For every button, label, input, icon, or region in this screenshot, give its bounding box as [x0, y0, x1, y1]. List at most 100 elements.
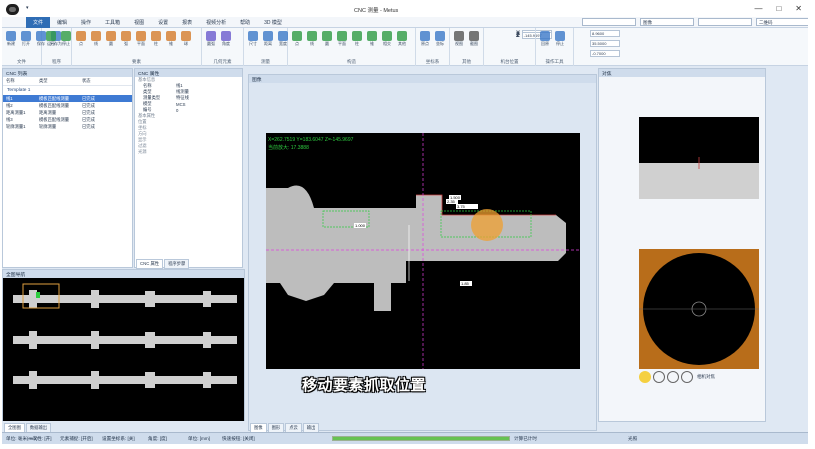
menu-item-6[interactable]: 报表	[175, 17, 199, 28]
ribbon-button-0-1[interactable]: 打开	[19, 31, 33, 47]
ribbon-button-icon	[367, 31, 377, 41]
menu-item-5[interactable]: 设置	[151, 17, 175, 28]
ribbon-group-label: 构造	[347, 59, 356, 64]
aperture-icon[interactable]	[653, 371, 665, 383]
ribbon-button-0-0[interactable]: 新建	[4, 31, 18, 47]
ribbon-button-2-6[interactable]: 锥	[164, 31, 178, 47]
ribbon-button-icon	[555, 31, 565, 41]
camera-canvas[interactable]: 1.000 3.75 1.500 2.35 1.85 X=262.7519 Y=…	[266, 133, 580, 369]
ribbon-button-label: 弧	[124, 41, 128, 46]
cnc-row[interactable]: 线3 模板匹配线测量 已完成	[3, 116, 132, 123]
zoom-icon[interactable]	[681, 371, 693, 383]
ribbon-button-2-2[interactable]: 圆	[104, 31, 118, 47]
ribbon-button-5-2[interactable]: 圆	[320, 31, 334, 47]
ribbon-group-8: 机台位置	[484, 28, 536, 66]
quick-access-icon[interactable]: ▾	[26, 5, 29, 11]
menu-bar: 文件 编辑 操作 工具箱 视图 设置 报表 视频分析 帮助 3D 模型 图像 二维码	[2, 17, 808, 28]
ribbon-button-2-4[interactable]: 平面	[134, 31, 148, 47]
maximize-button[interactable]: □	[776, 4, 781, 13]
ribbon-button-7-1[interactable]: 截图	[467, 31, 481, 47]
menu-item-3[interactable]: 工具箱	[98, 17, 127, 28]
ribbon-button-2-0[interactable]: 点	[74, 31, 88, 47]
props-tab-0[interactable]: CNC 属性	[136, 259, 164, 269]
ribbon-button-5-4[interactable]: 柱	[350, 31, 364, 47]
camera-image[interactable]: 1.000 3.75 1.500 2.35 1.85 X=262.7519 Y=…	[266, 133, 580, 369]
template-group-label[interactable]: Template 1	[3, 86, 132, 95]
ribbon-button-4-0[interactable]: 尺寸	[246, 31, 260, 47]
cnc-row[interactable]: 距离测量1 距离测量 已完成	[3, 109, 132, 116]
ribbon-button-2-7[interactable]: 球	[179, 31, 193, 47]
ribbon-button-label: 圆	[109, 41, 113, 46]
cnc-row-name: 线3	[6, 116, 13, 122]
ribbon-button-icon	[248, 31, 258, 41]
ribbon-button-icon	[322, 31, 332, 41]
capture-target[interactable]	[471, 209, 503, 241]
minimize-button[interactable]: —	[754, 4, 762, 13]
ribbon-button-6-0[interactable]: 原点	[418, 31, 432, 47]
cnc-row[interactable]: 轮廓测量1 轮廓测量 已完成	[3, 123, 132, 130]
light-icon[interactable]	[639, 371, 651, 383]
y-step-field[interactable]: 35.5000	[590, 40, 620, 47]
focus-image-2[interactable]	[639, 249, 759, 369]
cnc-row-type: 轮廓测量	[39, 123, 57, 129]
cnc-row[interactable]: 线2 模板匹配线测量 已完成	[3, 102, 132, 109]
ribbon-button-3-0[interactable]: 圆弧	[204, 31, 218, 47]
menu-item-4[interactable]: 视图	[127, 17, 151, 28]
ribbon-button-1-1[interactable]: 停止	[59, 31, 73, 47]
props-tab-1[interactable]: 程序步骤	[164, 259, 190, 269]
ribbon-button-2-3[interactable]: 弧	[119, 31, 133, 47]
ribbon-button-4-1[interactable]: 距离	[261, 31, 275, 47]
ribbon-button-5-0[interactable]: 点	[290, 31, 304, 47]
ribbon-button-label: 柱	[355, 41, 359, 46]
menu-combo-0[interactable]	[582, 18, 636, 26]
prop-value: MCS	[176, 101, 186, 107]
menu-combo-2[interactable]	[698, 18, 752, 26]
menu-item-8[interactable]: 帮助	[233, 17, 257, 28]
ribbon-button-label: 其他	[398, 41, 406, 46]
menu-combos: 图像 二维码	[582, 18, 808, 26]
navigator-image[interactable]	[3, 278, 244, 421]
focus-icon[interactable]	[667, 371, 679, 383]
cnc-row[interactable]: 线1 模板匹配线测量 已完成	[3, 95, 132, 102]
ribbon-button-icon	[91, 31, 101, 41]
ribbon-button-7-0[interactable]: 视图	[452, 31, 466, 47]
props-collapsed-group[interactable]: 光源	[135, 149, 242, 155]
z-step-field[interactable]: -0.7000	[590, 50, 620, 57]
ribbon-button-label: 线	[94, 41, 98, 46]
menu-combo-3[interactable]: 二维码	[756, 18, 808, 26]
ribbon-button-label: 停止	[62, 41, 70, 46]
menu-item-0[interactable]: 文件	[26, 17, 51, 28]
cnc-row-status: 已完成	[82, 109, 95, 115]
ribbon-button-5-3[interactable]: 平面	[335, 31, 349, 47]
menu-combo-1[interactable]: 图像	[640, 18, 694, 26]
ribbon-button-5-5[interactable]: 锥	[365, 31, 379, 47]
ribbon-button-label: 平面	[338, 41, 346, 46]
status-item-3: 设置坐标系: [关]	[102, 436, 135, 441]
ribbon-button-label: 运行	[47, 41, 55, 46]
menu-item-2[interactable]: 操作	[74, 17, 98, 28]
ribbon-button-9-1[interactable]: 停止	[553, 31, 567, 47]
menu-item-7[interactable]: 视频分析	[199, 17, 233, 28]
ribbon-button-9-0[interactable]: 回原	[538, 31, 552, 47]
ribbon-group-label: 操作工具	[545, 59, 564, 64]
ribbon-button-icon	[121, 31, 131, 41]
x-step-field[interactable]: 8.9600	[590, 30, 620, 37]
ribbon-button-1-0[interactable]: 运行	[44, 31, 58, 47]
ribbon-button-3-1[interactable]: 角度	[219, 31, 233, 47]
progress-bar	[332, 436, 510, 441]
focus-image-1[interactable]	[639, 117, 759, 199]
header-status: 状态	[82, 78, 91, 83]
cnc-row-type: 模板匹配线测量	[39, 116, 70, 122]
ribbon-button-5-7[interactable]: 其他	[395, 31, 409, 47]
ribbon-button-2-5[interactable]: 柱	[149, 31, 163, 47]
menu-item-9[interactable]: 3D 模型	[257, 17, 289, 28]
ribbon-button-5-6[interactable]: 相交	[380, 31, 394, 47]
ribbon-button-6-1[interactable]: 坐标	[433, 31, 447, 47]
ribbon-button-icon	[206, 31, 216, 41]
ribbon-button-label: 回原	[541, 41, 549, 46]
focus-panel: 对焦 相机对焦	[598, 68, 766, 422]
ribbon-button-5-1[interactable]: 线	[305, 31, 319, 47]
close-button[interactable]: ✕	[795, 4, 802, 13]
ribbon-button-2-1[interactable]: 线	[89, 31, 103, 47]
menu-item-1[interactable]: 编辑	[50, 17, 74, 28]
